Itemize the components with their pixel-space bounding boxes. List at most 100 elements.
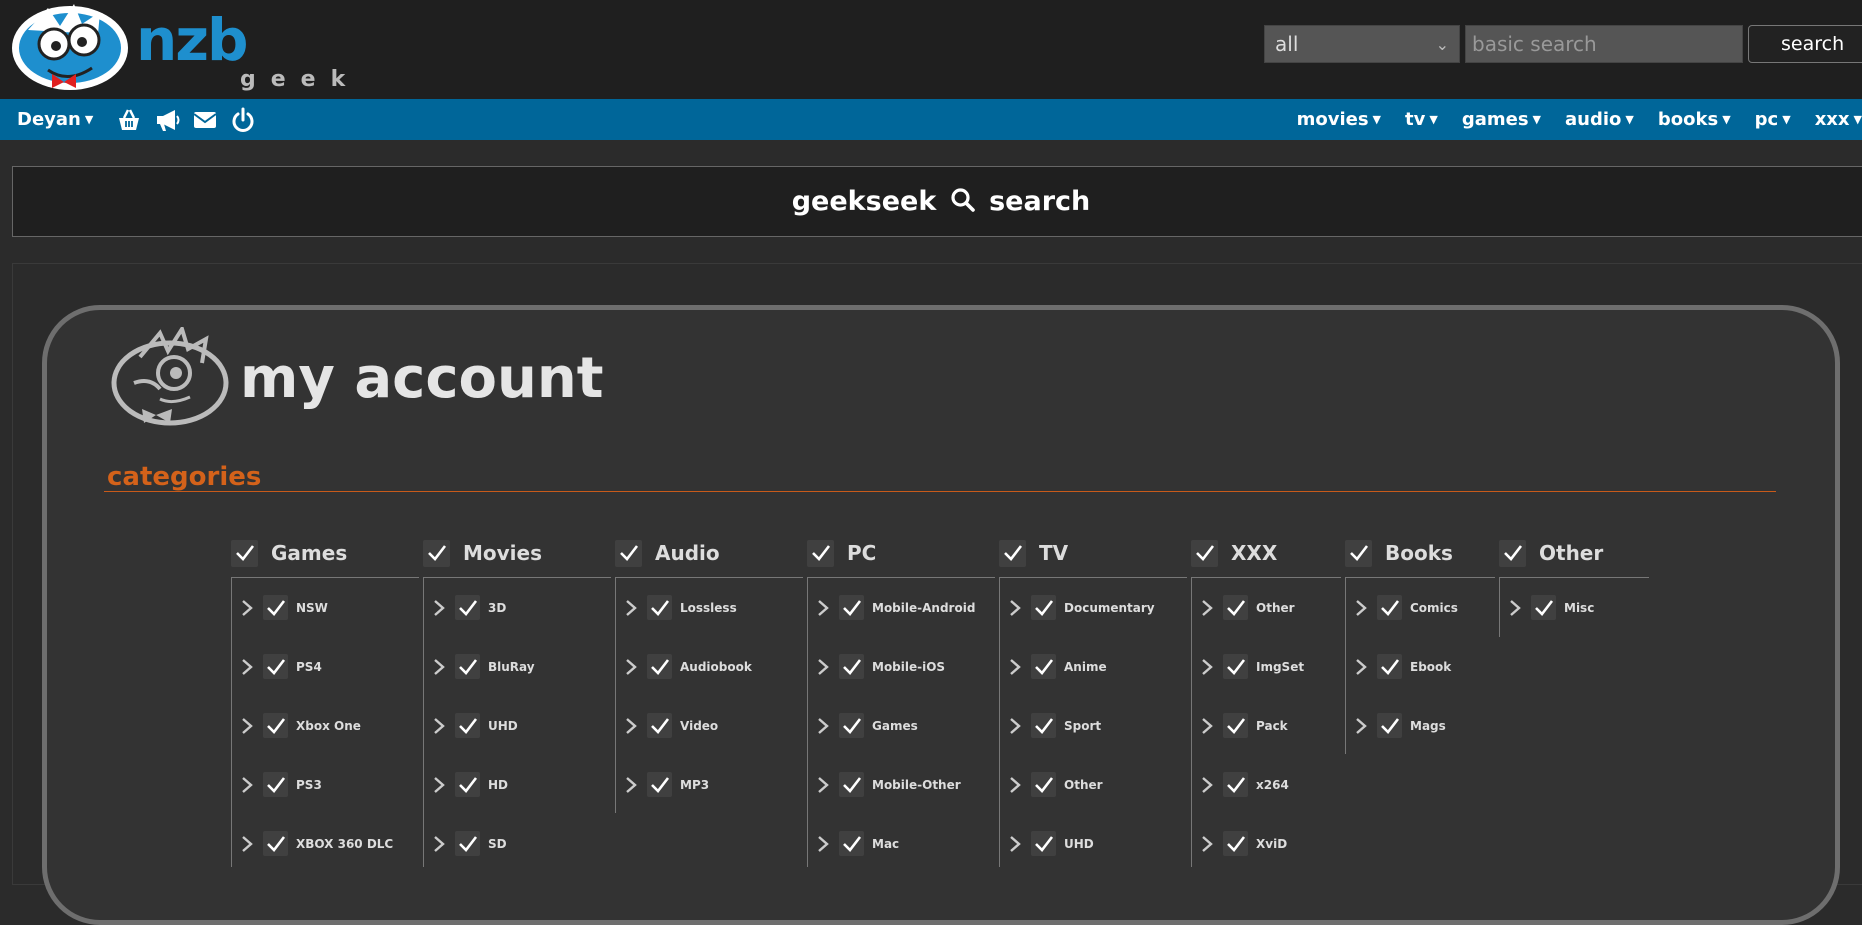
- subcategory-row[interactable]: Mags: [1346, 696, 1495, 755]
- subcategory-checkbox[interactable]: [1223, 654, 1248, 679]
- subcategory-checkbox[interactable]: [1531, 595, 1556, 620]
- chevron-right-icon[interactable]: [432, 835, 446, 853]
- category-checkbox[interactable]: [423, 539, 450, 567]
- subcategory-row[interactable]: Xbox One: [232, 696, 419, 755]
- chevron-right-icon[interactable]: [432, 776, 446, 794]
- subcategory-checkbox[interactable]: [839, 595, 864, 620]
- nav-item-books[interactable]: books ▼: [1658, 99, 1731, 140]
- subcategory-checkbox[interactable]: [1031, 595, 1056, 620]
- subcategory-row[interactable]: Other: [1192, 578, 1341, 637]
- subcategory-row[interactable]: PS4: [232, 637, 419, 696]
- subcategory-row[interactable]: HD: [424, 755, 611, 814]
- category-header[interactable]: Other: [1499, 536, 1603, 570]
- subcategory-row[interactable]: Anime: [1000, 637, 1187, 696]
- category-header[interactable]: XXX: [1191, 536, 1277, 570]
- subcategory-row[interactable]: x264: [1192, 755, 1341, 814]
- nav-item-audio[interactable]: audio ▼: [1565, 99, 1634, 140]
- subcategory-checkbox[interactable]: [455, 654, 480, 679]
- category-header[interactable]: Games: [231, 536, 347, 570]
- category-header[interactable]: Audio: [615, 536, 720, 570]
- chevron-right-icon[interactable]: [624, 717, 638, 735]
- subcategory-row[interactable]: Mac: [808, 814, 995, 873]
- subcategory-row[interactable]: Audiobook: [616, 637, 803, 696]
- chevron-right-icon[interactable]: [1200, 658, 1214, 676]
- chevron-right-icon[interactable]: [240, 717, 254, 735]
- power-icon[interactable]: [230, 107, 256, 133]
- chevron-right-icon[interactable]: [1354, 658, 1368, 676]
- chevron-right-icon[interactable]: [624, 658, 638, 676]
- subcategory-row[interactable]: Other: [1000, 755, 1187, 814]
- subcategory-checkbox[interactable]: [455, 713, 480, 738]
- subcategory-row[interactable]: UHD: [424, 696, 611, 755]
- search-button[interactable]: search: [1748, 25, 1862, 63]
- envelope-icon[interactable]: [192, 107, 218, 133]
- subcategory-checkbox[interactable]: [1031, 654, 1056, 679]
- subcategory-row[interactable]: 3D: [424, 578, 611, 637]
- subcategory-checkbox[interactable]: [839, 713, 864, 738]
- basket-icon[interactable]: [116, 107, 142, 133]
- chevron-right-icon[interactable]: [1008, 835, 1022, 853]
- subcategory-checkbox[interactable]: [455, 772, 480, 797]
- subcategory-row[interactable]: SD: [424, 814, 611, 873]
- subcategory-checkbox[interactable]: [839, 772, 864, 797]
- subcategory-checkbox[interactable]: [647, 772, 672, 797]
- subcategory-checkbox[interactable]: [1223, 831, 1248, 856]
- chevron-right-icon[interactable]: [240, 776, 254, 794]
- chevron-right-icon[interactable]: [240, 658, 254, 676]
- subcategory-checkbox[interactable]: [1223, 713, 1248, 738]
- subcategory-checkbox[interactable]: [263, 772, 288, 797]
- category-checkbox[interactable]: [807, 539, 834, 567]
- chevron-right-icon[interactable]: [1200, 835, 1214, 853]
- nav-item-pc[interactable]: pc ▼: [1755, 99, 1791, 140]
- chevron-right-icon[interactable]: [816, 599, 830, 617]
- subcategory-row[interactable]: Mobile-Android: [808, 578, 995, 637]
- chevron-right-icon[interactable]: [1354, 717, 1368, 735]
- subcategory-checkbox[interactable]: [1031, 713, 1056, 738]
- search-input[interactable]: [1465, 25, 1743, 63]
- nav-item-xxx[interactable]: xxx ▼: [1815, 99, 1862, 140]
- category-checkbox[interactable]: [1345, 539, 1372, 567]
- chevron-right-icon[interactable]: [816, 717, 830, 735]
- category-header[interactable]: PC: [807, 536, 876, 570]
- subcategory-checkbox[interactable]: [839, 831, 864, 856]
- subcategory-checkbox[interactable]: [263, 595, 288, 620]
- chevron-right-icon[interactable]: [1200, 776, 1214, 794]
- geekseek-banner[interactable]: geekseek search: [12, 166, 1862, 237]
- chevron-right-icon[interactable]: [1200, 599, 1214, 617]
- chevron-right-icon[interactable]: [816, 776, 830, 794]
- subcategory-row[interactable]: Mobile-iOS: [808, 637, 995, 696]
- subcategory-row[interactable]: MP3: [616, 755, 803, 814]
- subcategory-row[interactable]: Video: [616, 696, 803, 755]
- subcategory-row[interactable]: Sport: [1000, 696, 1187, 755]
- subcategory-checkbox[interactable]: [647, 654, 672, 679]
- chevron-right-icon[interactable]: [816, 835, 830, 853]
- category-header[interactable]: Movies: [423, 536, 542, 570]
- chevron-right-icon[interactable]: [240, 599, 254, 617]
- chevron-right-icon[interactable]: [1008, 658, 1022, 676]
- megaphone-icon[interactable]: [154, 107, 180, 133]
- subcategory-row[interactable]: Ebook: [1346, 637, 1495, 696]
- chevron-right-icon[interactable]: [1008, 599, 1022, 617]
- subcategory-checkbox[interactable]: [1031, 831, 1056, 856]
- chevron-right-icon[interactable]: [624, 599, 638, 617]
- subcategory-checkbox[interactable]: [1223, 772, 1248, 797]
- subcategory-row[interactable]: UHD: [1000, 814, 1187, 873]
- subcategory-row[interactable]: Pack: [1192, 696, 1341, 755]
- nav-item-games[interactable]: games ▼: [1462, 99, 1541, 140]
- subcategory-row[interactable]: Games: [808, 696, 995, 755]
- chevron-right-icon[interactable]: [432, 658, 446, 676]
- subcategory-checkbox[interactable]: [263, 713, 288, 738]
- category-checkbox[interactable]: [231, 539, 258, 567]
- search-category-select[interactable]: all ⌄: [1264, 25, 1460, 63]
- subcategory-checkbox[interactable]: [839, 654, 864, 679]
- subcategory-row[interactable]: XBOX 360 DLC: [232, 814, 419, 873]
- subcategory-row[interactable]: NSW: [232, 578, 419, 637]
- subcategory-checkbox[interactable]: [263, 831, 288, 856]
- chevron-right-icon[interactable]: [1200, 717, 1214, 735]
- subcategory-checkbox[interactable]: [647, 713, 672, 738]
- nav-item-tv[interactable]: tv ▼: [1405, 99, 1438, 140]
- category-checkbox[interactable]: [1191, 539, 1218, 567]
- subcategory-row[interactable]: Comics: [1346, 578, 1495, 637]
- subcategory-checkbox[interactable]: [455, 831, 480, 856]
- subcategory-checkbox[interactable]: [647, 595, 672, 620]
